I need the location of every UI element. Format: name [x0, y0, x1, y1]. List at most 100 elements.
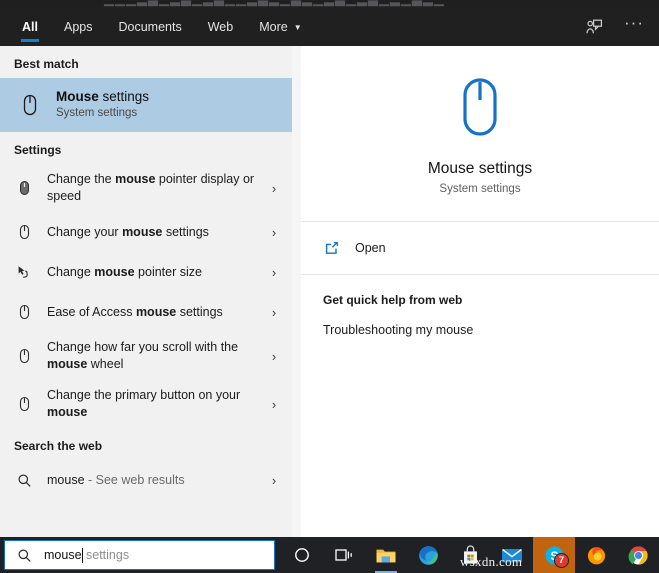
- label-post: settings: [176, 304, 223, 319]
- tab-web-label: Web: [207, 19, 234, 34]
- settings-item-label: Change mouse pointer size: [47, 264, 266, 281]
- search-icon: [14, 473, 34, 488]
- tab-web[interactable]: Web: [195, 7, 246, 46]
- mail-icon[interactable]: [491, 537, 533, 573]
- search-icon: [15, 548, 33, 563]
- settings-item-label: Change the primary button on your mouse: [47, 387, 266, 421]
- best-match-text: Mouse settings System settings: [56, 89, 149, 121]
- label-match: mouse: [135, 304, 177, 319]
- settings-item-label: Change how far you scroll with the mouse…: [47, 339, 266, 373]
- label-post: wheel: [87, 357, 124, 371]
- pointer-size-icon: [14, 264, 34, 280]
- pane-divider: [292, 46, 301, 537]
- best-match-result-mouse-settings[interactable]: Mouse settings System settings: [0, 78, 292, 132]
- settings-item-scroll-wheel[interactable]: Change how far you scroll with the mouse…: [0, 332, 292, 380]
- settings-item-label: Ease of Access mouse settings: [47, 304, 266, 321]
- label-post: pointer size: [134, 264, 202, 279]
- tab-apps-label: Apps: [63, 19, 93, 34]
- tab-more[interactable]: More ▼: [246, 7, 314, 46]
- best-match-title: Mouse settings: [56, 89, 149, 105]
- label-match: mouse: [47, 405, 88, 419]
- settings-item-change-your-mouse-settings[interactable]: Change your mouse settings ›: [0, 212, 292, 252]
- chevron-right-icon[interactable]: ›: [266, 225, 282, 240]
- label-match: mouse: [122, 224, 163, 239]
- chevron-down-icon: ▼: [293, 22, 302, 32]
- feedback-icon[interactable]: [581, 14, 607, 40]
- tab-documents[interactable]: Documents: [105, 7, 194, 46]
- chevron-right-icon[interactable]: ›: [266, 349, 282, 364]
- label-match: mouse: [115, 172, 156, 186]
- skype-icon[interactable]: S 7: [533, 537, 575, 573]
- label-pre: Change the primary button on your: [47, 388, 241, 402]
- header-actions: ···: [581, 7, 659, 46]
- web-search-query: mouse: [47, 472, 85, 487]
- file-explorer-icon[interactable]: [365, 537, 407, 573]
- search-input[interactable]: mouse settings: [4, 540, 275, 570]
- chevron-right-icon[interactable]: ›: [266, 397, 282, 412]
- tab-all[interactable]: All: [9, 7, 51, 46]
- search-filter-tabs: All Apps Documents Web More ▼: [0, 7, 315, 46]
- quick-help-link[interactable]: Troubleshooting my mouse: [323, 323, 659, 337]
- settings-item-pointer-display-speed[interactable]: Change the mouse pointer display or spee…: [0, 164, 292, 212]
- best-match-subtitle: System settings: [56, 107, 138, 119]
- tab-apps[interactable]: Apps: [51, 7, 106, 46]
- label-match: mouse: [47, 357, 88, 371]
- quick-help-section: Get quick help from web Troubleshooting …: [301, 275, 659, 337]
- search-input-text: mouse settings: [44, 547, 130, 563]
- preview-subtitle: System settings: [439, 183, 521, 195]
- microsoft-store-icon[interactable]: [449, 537, 491, 573]
- label-pre: Ease of Access: [47, 304, 136, 319]
- more-options-button[interactable]: ···: [621, 14, 647, 40]
- label-pre: Change the: [47, 172, 116, 186]
- settings-item-label: Change the mouse pointer display or spee…: [47, 171, 266, 205]
- preview-title: Mouse settings: [427, 160, 533, 177]
- chevron-right-icon[interactable]: ›: [266, 181, 282, 196]
- results-pane: Best match Mouse settings System setting…: [0, 46, 292, 537]
- settings-item-ease-of-access-mouse[interactable]: Ease of Access mouse settings ›: [0, 292, 292, 332]
- tab-all-label: All: [22, 19, 38, 34]
- label-pre: Change: [47, 264, 95, 279]
- label-pre: Change how far you scroll with the: [47, 340, 239, 354]
- search-typed-value: mouse: [44, 548, 82, 562]
- mouse-outline-icon: [14, 304, 34, 320]
- task-view-icon[interactable]: [323, 537, 365, 573]
- section-best-match: Best match: [14, 57, 79, 71]
- label-post: settings: [162, 224, 209, 239]
- section-settings: Settings: [14, 143, 62, 157]
- web-search-suffix: - See web results: [84, 472, 185, 487]
- search-autocomplete-suggestion: settings: [82, 548, 130, 562]
- artifact-ghost-text: ▁▁▁▂▃▁▂▃▁▂▃▁▁▂▃▂▁▃▂▁▂▃▁▂▃▁▂▁▃▂▁: [104, 0, 445, 7]
- top-edge-artifact: ▁▁▁▂▃▁▂▃▁▂▃▁▁▂▃▂▁▃▂▁▂▃▁▂▃▁▂▁▃▂▁: [0, 0, 659, 7]
- tab-documents-label: Documents: [118, 19, 182, 34]
- settings-item-label: Change your mouse settings: [47, 224, 266, 241]
- search-flyout-window: ▁▁▁▂▃▁▂▃▁▂▃▁▁▂▃▂▁▃▂▁▂▃▁▂▃▁▂▁▃▂▁ All Apps…: [0, 0, 659, 573]
- mouse-large-blue-icon: [452, 76, 508, 143]
- chevron-right-icon[interactable]: ›: [266, 305, 282, 320]
- label-match: mouse: [94, 264, 135, 279]
- taskbar-icons: S 7 wsxdn.com: [275, 537, 659, 573]
- google-chrome-icon[interactable]: [617, 537, 659, 573]
- header-spacer: [315, 7, 581, 46]
- settings-item-primary-button[interactable]: Change the primary button on your mouse …: [0, 380, 292, 428]
- preview-header: Mouse settings System settings: [301, 46, 659, 195]
- settings-item-pointer-size[interactable]: Change mouse pointer size ›: [0, 252, 292, 292]
- chevron-right-icon[interactable]: ›: [266, 473, 282, 488]
- preview-pane: Mouse settings System settings Open Get …: [301, 46, 659, 537]
- web-search-result-row[interactable]: mouse - See web results ›: [0, 460, 292, 500]
- best-match-title-rest: settings: [98, 89, 150, 104]
- search-header: All Apps Documents Web More ▼ ···: [0, 7, 659, 46]
- mouse-filled-icon: [14, 180, 34, 196]
- web-search-label: mouse - See web results: [47, 472, 266, 489]
- mouse-outline-icon: [14, 348, 34, 364]
- firefox-icon[interactable]: [575, 537, 617, 573]
- cortana-icon[interactable]: [281, 537, 323, 573]
- open-action-row[interactable]: Open: [301, 222, 659, 274]
- microsoft-edge-icon[interactable]: [407, 537, 449, 573]
- chevron-right-icon[interactable]: ›: [266, 265, 282, 280]
- open-action-label: Open: [355, 241, 386, 255]
- mouse-outline-icon: [14, 396, 34, 412]
- mouse-outline-icon: [14, 89, 46, 121]
- taskbar: mouse settings S 7 wsxdn.com: [0, 537, 659, 573]
- search-body: Best match Mouse settings System setting…: [0, 46, 659, 537]
- best-match-title-bold: Mouse: [56, 89, 99, 104]
